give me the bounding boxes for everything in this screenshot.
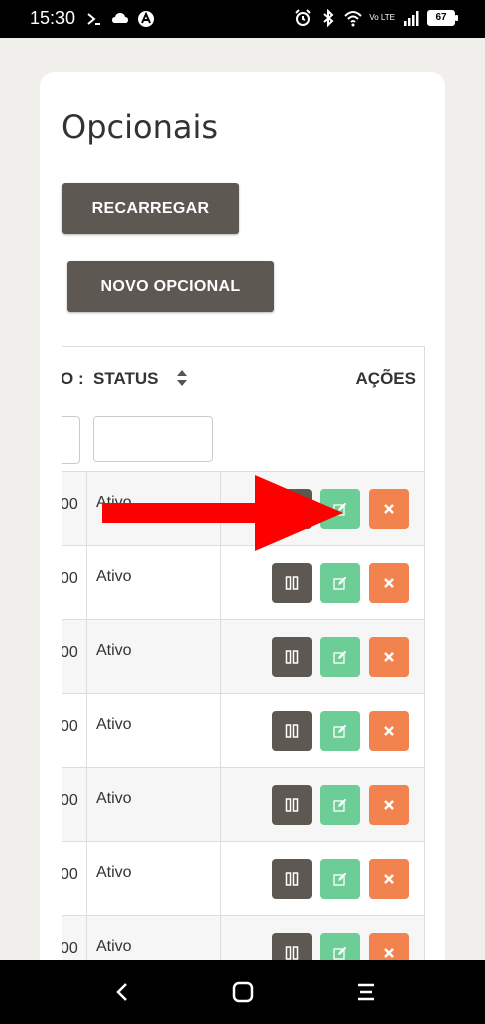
delete-button[interactable] [369, 489, 409, 529]
home-icon[interactable] [231, 980, 255, 1004]
delete-button[interactable] [369, 563, 409, 603]
table-row: 00 Ativo [62, 767, 424, 841]
pause-icon [285, 946, 299, 960]
status-cell: Ativo [96, 642, 132, 659]
delete-icon [384, 948, 394, 958]
edit-button[interactable] [320, 933, 360, 961]
status-cell: Ativo [96, 568, 132, 585]
edit-button[interactable] [320, 859, 360, 899]
delete-button[interactable] [369, 785, 409, 825]
optionals-table: O : STATUS AÇÕES 00 Ativo 00 Ativo 00 At… [62, 346, 425, 962]
delete-icon [384, 578, 394, 588]
table-row: 00 Ativo [62, 545, 424, 619]
edit-icon [333, 946, 347, 960]
signal-icon [404, 11, 419, 26]
table-header: O : STATUS AÇÕES [62, 347, 424, 471]
cut-cell: 00 [62, 866, 78, 883]
vpn-icon [87, 13, 100, 25]
cut-cell: 00 [62, 718, 78, 735]
cloud-icon [112, 13, 128, 23]
pause-button[interactable] [272, 711, 312, 751]
status-right-icons: Vo LTE 67 [294, 9, 458, 27]
cut-cell: 00 [62, 644, 78, 661]
pause-icon [285, 650, 299, 664]
delete-button[interactable] [369, 859, 409, 899]
pause-button[interactable] [272, 859, 312, 899]
bluetooth-icon [323, 9, 334, 27]
edit-button[interactable] [320, 711, 360, 751]
edit-icon [333, 650, 347, 664]
delete-button[interactable] [369, 637, 409, 677]
status-cell: Ativo [96, 716, 132, 733]
cut-cell: 00 [62, 496, 78, 513]
volte-indicator: Vo LTE [369, 13, 395, 22]
delete-icon [384, 874, 394, 884]
delete-button[interactable] [369, 711, 409, 751]
status-bar: 15:30 Vo LTE 67 [0, 0, 485, 38]
pause-icon [285, 576, 299, 590]
delete-icon [384, 726, 394, 736]
app-notification-icon [138, 11, 154, 27]
edit-icon [333, 724, 347, 738]
edit-button[interactable] [320, 637, 360, 677]
status-column-header[interactable]: STATUS [93, 369, 158, 389]
battery-icon: 67 [427, 10, 458, 26]
status-cell: Ativo [96, 864, 132, 881]
edit-icon [333, 576, 347, 590]
delete-icon [384, 652, 394, 662]
table-row: 00 Ativo [62, 619, 424, 693]
wifi-icon [344, 11, 363, 27]
pause-button[interactable] [272, 933, 312, 961]
cut-cell: 00 [62, 570, 78, 587]
cut-cell: 00 [62, 940, 78, 957]
page-title: Opcionais [61, 108, 219, 146]
status-filter-input[interactable] [93, 416, 213, 462]
actions-column-header: AÇÕES [355, 369, 416, 388]
pause-button[interactable] [272, 785, 312, 825]
delete-icon [384, 504, 394, 514]
reload-button[interactable]: RECARREGAR [62, 183, 239, 234]
pause-button[interactable] [272, 637, 312, 677]
pause-icon [285, 872, 299, 886]
cut-column-header[interactable]: O : [62, 369, 84, 389]
edit-button[interactable] [320, 785, 360, 825]
status-left-icons [85, 10, 155, 28]
sort-icon[interactable] [176, 369, 188, 387]
table-row: 00 Ativo [62, 693, 424, 767]
back-icon[interactable] [110, 980, 134, 1004]
delete-icon [384, 800, 394, 810]
menu-icon[interactable] [354, 980, 378, 1004]
table-row: 00 Ativo [62, 915, 424, 961]
new-optional-button[interactable]: NOVO OPCIONAL [67, 261, 274, 312]
edit-icon [333, 872, 347, 886]
delete-button[interactable] [369, 933, 409, 961]
navigation-bar [0, 960, 485, 1024]
edit-icon [333, 798, 347, 812]
annotation-arrow-icon [102, 475, 343, 551]
alarm-icon [295, 9, 312, 26]
table-row: 00 Ativo [62, 841, 424, 915]
edit-button[interactable] [320, 563, 360, 603]
cut-cell: 00 [62, 792, 78, 809]
cut-filter-input[interactable] [62, 416, 80, 464]
status-time: 15:30 [30, 8, 76, 28]
pause-icon [285, 798, 299, 812]
status-cell: Ativo [96, 938, 132, 955]
column-divider [86, 471, 87, 961]
pause-button[interactable] [272, 563, 312, 603]
status-cell: Ativo [96, 790, 132, 807]
pause-icon [285, 724, 299, 738]
